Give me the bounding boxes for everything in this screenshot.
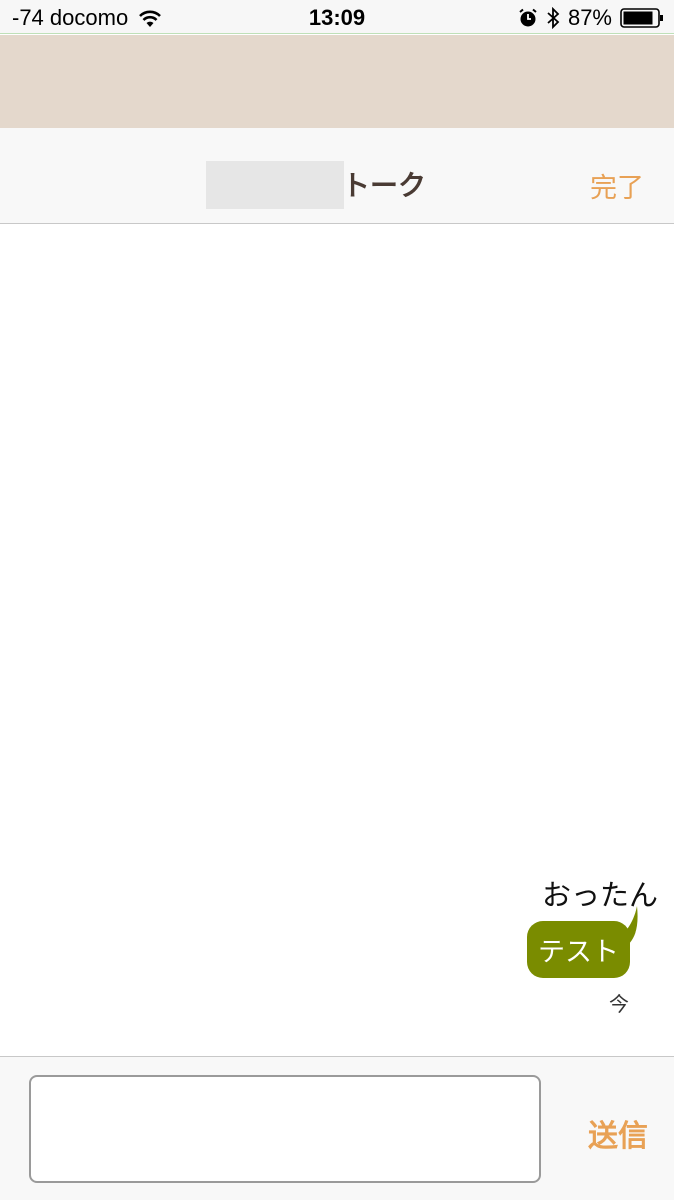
send-button[interactable]: 送信 [588, 1111, 648, 1155]
talk-screen: -74 docomo 13:09 87% トーク 完了 おったん テスト 今 送… [0, 0, 674, 1200]
header-banner [0, 35, 674, 128]
battery-percent: 87% [567, 5, 612, 30]
message-timestamp: 今 [609, 992, 629, 1016]
done-button[interactable]: 完了 [590, 166, 644, 205]
message-input[interactable] [29, 1075, 541, 1183]
alarm-icon [519, 8, 537, 27]
battery-icon [620, 8, 663, 28]
status-bar: -74 docomo 13:09 87% [0, 0, 674, 34]
navigation-bar: トーク 完了 [0, 128, 674, 224]
input-bar: 送信 [0, 1056, 674, 1200]
message-bubble[interactable]: テスト [527, 921, 630, 978]
status-right: 87% [518, 5, 664, 31]
redacted-name-block [206, 161, 344, 209]
message-list[interactable]: おったん テスト 今 [0, 224, 674, 1056]
bluetooth-icon [547, 7, 560, 29]
page-title: トーク [342, 169, 427, 202]
